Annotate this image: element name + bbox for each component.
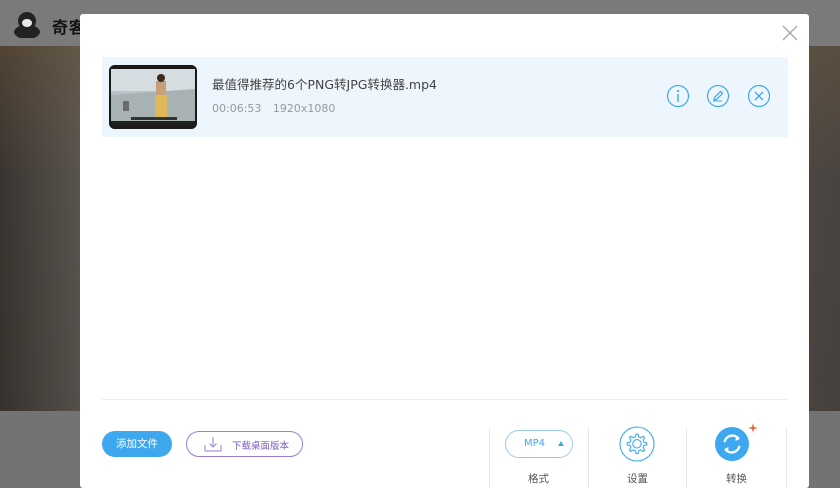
file-duration: 00:06:53 (212, 102, 262, 115)
toolbar-separator (588, 428, 589, 488)
edit-icon[interactable] (706, 84, 730, 108)
toolbar-separator (686, 428, 687, 488)
download-desktop-button[interactable]: 下载桌面版本 (186, 431, 303, 457)
file-name: 最值得推荐的6个PNG转JPG转换器.mp4 (212, 77, 437, 92)
remove-icon[interactable] (747, 84, 771, 108)
settings-gear-icon[interactable] (619, 426, 655, 462)
settings-label: 设置 (627, 473, 648, 485)
footer-divider (102, 399, 788, 400)
file-resolution: 1920x1080 (272, 102, 336, 115)
toolbar-separator (786, 428, 787, 488)
close-icon[interactable] (780, 23, 800, 43)
download-icon (204, 437, 222, 452)
info-icon[interactable] (666, 84, 690, 108)
video-thumbnail (109, 65, 197, 129)
download-desktop-label: 下载桌面版本 (232, 441, 290, 452)
sparkle-icon (748, 423, 758, 433)
convert-label: 转换 (726, 473, 747, 485)
format-value: MP4 (524, 438, 546, 449)
format-label: 格式 (528, 473, 549, 485)
caret-up-icon (558, 441, 564, 446)
add-file-button[interactable]: 添加文件 (102, 431, 172, 457)
format-select[interactable]: MP4 (505, 430, 573, 458)
app-logo-icon (14, 12, 40, 38)
convert-icon[interactable] (714, 426, 750, 462)
convert-dialog: 最值得推荐的6个PNG转JPG转换器.mp4 00:06:53 1920x108… (80, 14, 809, 488)
toolbar-separator (489, 428, 490, 488)
file-meta: 00:06:53 1920x1080 (212, 102, 343, 115)
file-list-item[interactable]: 最值得推荐的6个PNG转JPG转换器.mp4 00:06:53 1920x108… (102, 57, 788, 137)
